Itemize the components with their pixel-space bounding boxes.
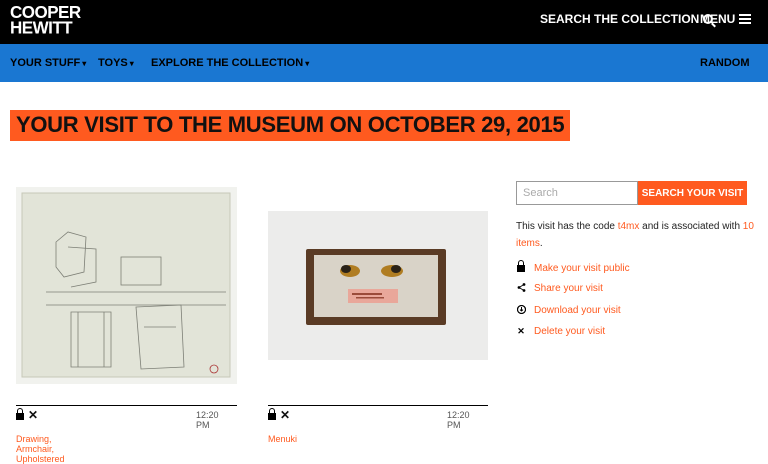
item-time: 12:20 PM — [196, 410, 219, 430]
caret-down-icon: ▾ — [129, 59, 134, 68]
nav-random[interactable]: RANDOM — [700, 57, 750, 69]
share-visit-label: Share your visit — [534, 283, 603, 294]
lock-icon[interactable] — [268, 408, 276, 420]
item-divider — [16, 405, 237, 406]
delete-visit-label: Delete your visit — [534, 326, 606, 337]
close-icon[interactable]: ✕ — [280, 409, 290, 421]
nav-your-stuff[interactable]: YOUR STUFF ▾ — [10, 57, 86, 69]
close-icon: ✕ — [517, 326, 525, 336]
search-collection-button[interactable]: SEARCH THE COLLECTION — [540, 12, 714, 26]
caret-down-icon: ▾ — [82, 59, 87, 68]
menu-button[interactable]: MENU — [700, 12, 752, 26]
page-title: YOUR VISIT TO THE MUSEUM ON OCTOBER 29, … — [10, 110, 571, 141]
make-public-action[interactable]: Make your visit public — [516, 260, 630, 274]
download-icon — [516, 304, 526, 316]
item-actions: ✕ — [16, 408, 38, 421]
download-visit-label: Download your visit — [534, 305, 621, 316]
drawing-armchair-image — [21, 192, 231, 378]
make-public-label: Make your visit public — [534, 262, 630, 274]
lock-icon[interactable] — [16, 408, 24, 420]
item-image-drawing-armchair[interactable] — [16, 187, 237, 384]
search-collection-label: SEARCH THE COLLECTION — [540, 12, 700, 26]
menu-label: MENU — [700, 12, 736, 26]
hamburger-icon — [739, 14, 752, 24]
close-icon[interactable]: ✕ — [28, 409, 38, 421]
delete-visit-action[interactable]: ✕ Delete your visit — [516, 326, 605, 337]
nav-your-stuff-label: YOUR STUFF — [10, 57, 81, 69]
visit-info-text-1: This visit has the code — [516, 221, 618, 232]
item-time: 12:20 PM — [447, 410, 470, 430]
nav-explore-collection[interactable]: EXPLORE THE COLLECTION ▾ — [151, 57, 309, 69]
logo-line-2: HEWITT — [10, 17, 73, 38]
caret-down-icon: ▾ — [305, 59, 310, 68]
visit-code-link[interactable]: t4mx — [618, 221, 640, 232]
visit-info-text-2: and is associated with — [639, 221, 743, 232]
download-visit-action[interactable]: Download your visit — [516, 304, 621, 316]
top-bar: COOPER HEWITT SEARCH THE COLLECTION MENU — [0, 0, 768, 44]
lock-icon — [516, 260, 526, 274]
nav-toys-label: TOYS — [98, 57, 128, 69]
share-visit-action[interactable]: Share your visit — [516, 283, 603, 294]
main-nav: YOUR STUFF ▾ TOYS ▾ EXPLORE THE COLLECTION… — [0, 44, 768, 82]
item-caption[interactable]: Drawing, Armchair, Upholstered — [16, 434, 65, 464]
item-divider — [268, 405, 488, 406]
menuki-image — [268, 211, 488, 360]
nav-toys[interactable]: TOYS ▾ — [98, 57, 134, 69]
share-icon — [516, 283, 526, 294]
cooper-hewitt-logo[interactable]: COOPER HEWITT — [10, 3, 81, 38]
item-caption[interactable]: Menuki — [268, 434, 297, 444]
visit-search-input[interactable] — [516, 181, 638, 205]
nav-explore-label: EXPLORE THE COLLECTION — [151, 57, 304, 69]
visit-info: This visit has the code t4mx and is asso… — [516, 218, 756, 252]
search-visit-button[interactable]: SEARCH YOUR VISIT — [638, 181, 747, 205]
item-actions: ✕ — [268, 408, 290, 421]
visit-info-text-3: . — [539, 238, 543, 249]
item-image-menuki[interactable] — [268, 211, 488, 360]
